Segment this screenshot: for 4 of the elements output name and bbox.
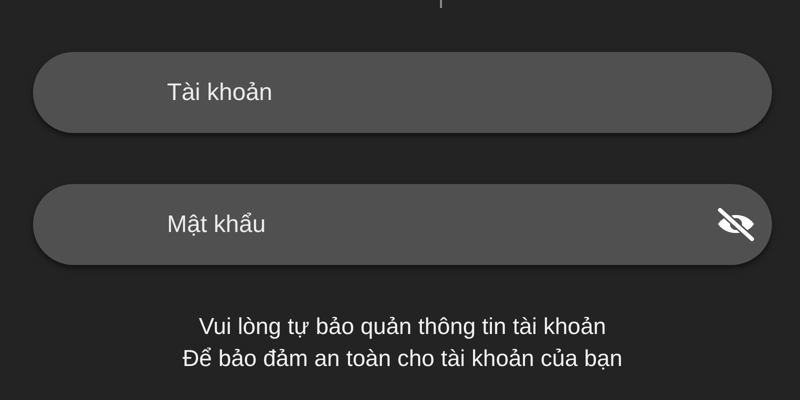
input-field[interactable]: Mật khẩu (33, 184, 772, 265)
info-text: Vui lòng tự bảo quản thông tin tài khoản (198, 312, 606, 340)
input-field[interactable]: Tài khoản (33, 52, 772, 133)
info-text: Để bảo đảm an toàn cho tài khoản của bạn (182, 344, 622, 372)
